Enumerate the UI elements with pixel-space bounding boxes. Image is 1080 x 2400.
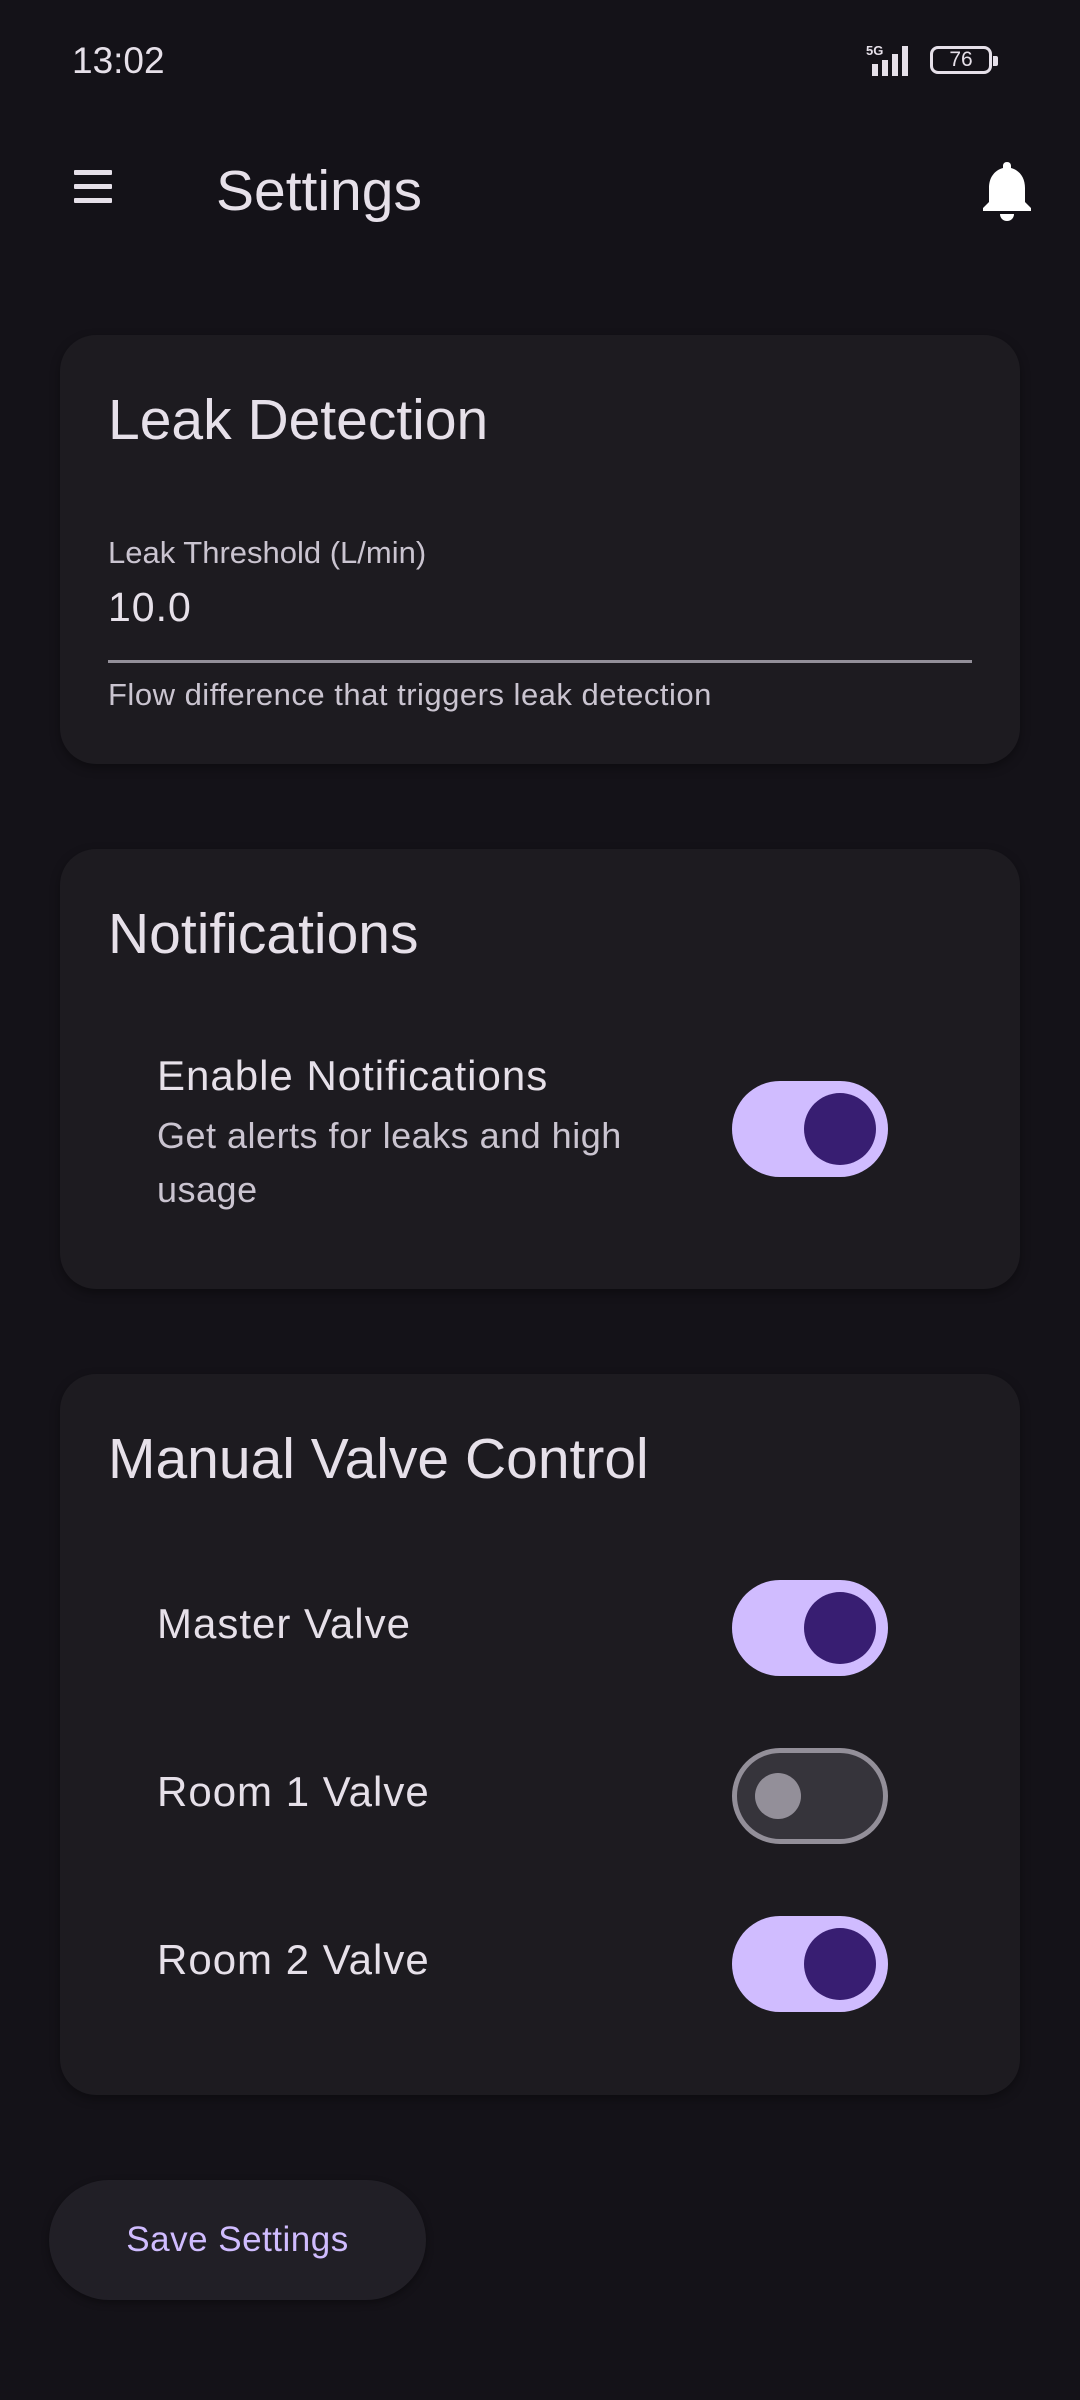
network-label: 5G: [866, 43, 883, 58]
battery-level: 76: [949, 48, 973, 71]
room-2-valve-switch[interactable]: [732, 1916, 888, 2012]
enable-notifications-switch[interactable]: [732, 1081, 888, 1177]
page-title: Settings: [216, 159, 422, 223]
input-underline: [108, 660, 972, 663]
enable-notifications-label: Enable Notifications: [157, 1052, 549, 1099]
room-1-valve-switch[interactable]: [732, 1748, 888, 1844]
room-1-valve-label: Room 1 Valve: [157, 1768, 430, 1815]
switch-thumb: [804, 1093, 876, 1165]
switch-thumb: [804, 1592, 876, 1664]
bell-icon[interactable]: [978, 158, 1036, 222]
status-time: 13:02: [72, 40, 165, 81]
card-title: Leak Detection: [108, 388, 489, 452]
helper-text: Flow difference that triggers leak detec…: [108, 677, 712, 712]
card-title: Notifications: [108, 902, 419, 966]
save-settings-label: Save Settings: [126, 2220, 349, 2259]
top-app-bar: Settings: [0, 124, 1080, 264]
manual-valve-control-card: Manual Valve Control Master Valve Room 1…: [60, 1374, 1020, 2095]
room-2-valve-label: Room 2 Valve: [157, 1936, 430, 1983]
save-settings-button[interactable]: Save Settings: [49, 2180, 426, 2300]
leak-threshold-input[interactable]: 10.0: [108, 584, 192, 631]
enable-notifications-description: Get alerts for leaks and high usage: [157, 1115, 622, 1210]
master-valve-switch[interactable]: [732, 1580, 888, 1676]
battery-icon: 76: [930, 46, 998, 74]
switch-thumb: [755, 1773, 801, 1819]
status-bar: 13:02 5G 76: [0, 0, 1080, 124]
signal-5g-icon: 5G: [866, 43, 908, 76]
menu-icon[interactable]: [74, 168, 114, 208]
leak-threshold-label: Leak Threshold (L/min): [108, 535, 427, 570]
leak-detection-card: Leak Detection Leak Threshold (L/min) 10…: [60, 335, 1020, 764]
master-valve-label: Master Valve: [157, 1600, 411, 1647]
card-title: Manual Valve Control: [108, 1427, 649, 1491]
notifications-card: Notifications Enable Notifications Get a…: [60, 849, 1020, 1289]
switch-thumb: [804, 1928, 876, 2000]
